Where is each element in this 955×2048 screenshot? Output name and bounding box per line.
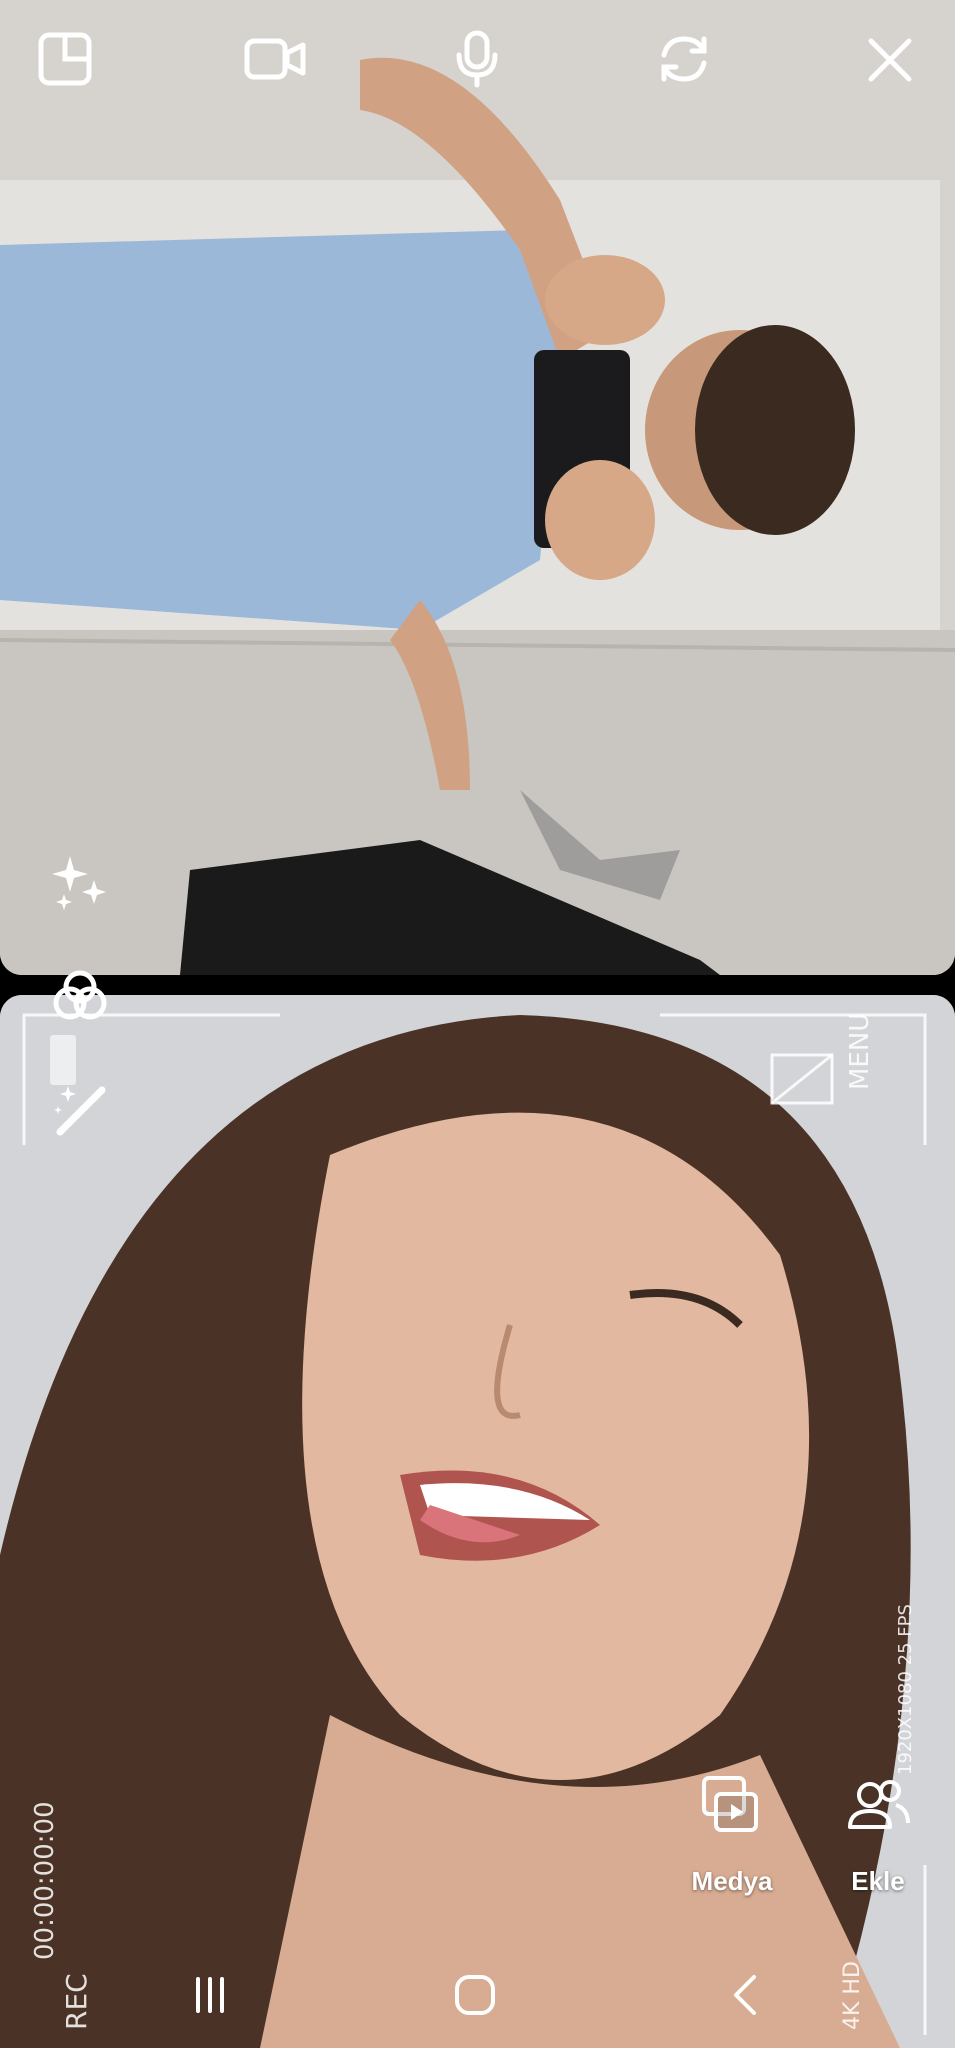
local-camera-photo bbox=[0, 995, 955, 2048]
filters-icon[interactable] bbox=[45, 960, 115, 1030]
menu-label: MENU bbox=[845, 1012, 875, 1090]
media-label[interactable]: Medya bbox=[672, 1866, 792, 1897]
switch-camera-icon[interactable] bbox=[648, 26, 720, 92]
media-button[interactable] bbox=[690, 1770, 770, 1840]
home-icon[interactable] bbox=[440, 1965, 510, 2025]
remote-camera-view bbox=[0, 0, 955, 975]
microphone-icon[interactable] bbox=[445, 26, 509, 92]
people-icon bbox=[848, 1780, 910, 1829]
layout-icon[interactable] bbox=[30, 28, 100, 90]
media-icon bbox=[702, 1776, 758, 1832]
close-icon[interactable] bbox=[855, 28, 925, 92]
local-camera-view: MENU 1920X1080 25 FPS 00:00:00:00 REC 4K… bbox=[0, 995, 955, 2048]
add-participant-button[interactable] bbox=[838, 1770, 918, 1840]
add-label[interactable]: Ekle bbox=[820, 1866, 936, 1897]
rec-label: REC bbox=[60, 1973, 93, 2030]
quality-label: 4K HD bbox=[840, 1961, 865, 2030]
timecode-label: 00:00:00:00 bbox=[30, 1801, 60, 1960]
remote-camera-photo bbox=[0, 0, 955, 975]
resolution-label: 1920X1080 25 FPS bbox=[895, 1604, 916, 1775]
video-icon[interactable] bbox=[235, 28, 315, 90]
magic-wand-icon[interactable] bbox=[45, 1075, 115, 1145]
sparkles-icon[interactable] bbox=[45, 845, 115, 915]
back-icon[interactable] bbox=[710, 1965, 780, 2025]
recent-apps-icon[interactable] bbox=[175, 1965, 245, 2025]
